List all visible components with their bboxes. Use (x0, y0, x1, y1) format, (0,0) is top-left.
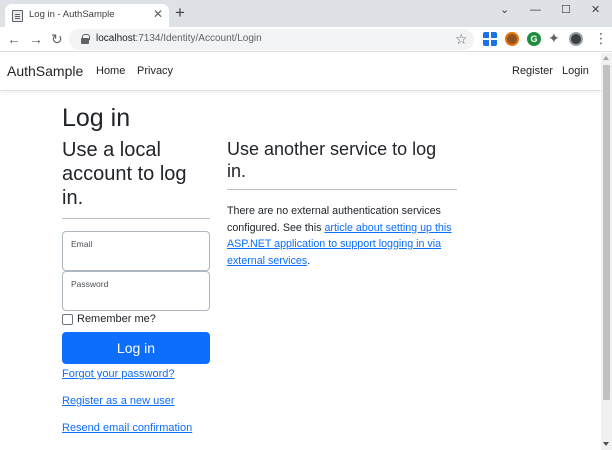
page-scrollbar[interactable] (601, 53, 612, 450)
browser-toolbar: ← → ↻ localhost:7134/Identity/Account/Lo… (0, 27, 612, 52)
maximize-button[interactable]: ☐ (561, 3, 571, 17)
browser-tab[interactable]: Log in - AuthSample ✕ (5, 4, 169, 27)
resend-confirmation-link[interactable]: Resend email confirmation (62, 422, 192, 434)
address-bar[interactable]: localhost:7134/Identity/Account/Login ☆ (69, 29, 474, 50)
extension-grid-icon[interactable] (483, 32, 497, 46)
local-account-heading: Use a local account to log in. (62, 139, 187, 209)
login-button[interactable]: Log in (62, 332, 210, 364)
remember-me-checkbox[interactable] (62, 313, 73, 325)
scroll-up-arrow-icon[interactable] (603, 56, 609, 60)
register-link[interactable]: Register as a new user (62, 395, 175, 407)
page-viewport: AuthSample Home Privacy Register Login L… (0, 53, 601, 450)
site-navbar: AuthSample Home Privacy Register Login (0, 53, 601, 91)
bookmark-star-icon[interactable]: ☆ (455, 30, 468, 48)
new-tab-button[interactable]: + (175, 4, 185, 21)
password-field[interactable]: Password (62, 271, 210, 311)
tab-title: Log in - AuthSample (29, 9, 115, 20)
password-input[interactable] (71, 292, 201, 306)
email-field[interactable]: Email (62, 231, 210, 271)
extension-cookie-icon[interactable] (505, 32, 519, 46)
remember-me-row[interactable]: Remember me? (62, 313, 156, 325)
nav-register-link[interactable]: Register (512, 65, 553, 77)
browser-tabstrip: Log in - AuthSample ✕ + ⌄ — ☐ ✕ (0, 0, 612, 27)
remember-me-label[interactable]: Remember me? (77, 313, 156, 325)
reload-icon[interactable]: ↻ (51, 31, 63, 47)
page-title: Log in (62, 104, 131, 132)
extension-grammarly-icon[interactable]: G (527, 32, 541, 46)
profile-avatar[interactable] (569, 32, 583, 46)
scrollbar-thumb[interactable] (603, 65, 610, 400)
external-divider (227, 189, 457, 190)
nav-privacy-link[interactable]: Privacy (137, 65, 173, 77)
forward-icon[interactable]: → (29, 31, 43, 47)
extensions-puzzle-icon[interactable]: ✦ (548, 30, 560, 46)
local-divider (62, 218, 210, 219)
external-login-heading: Use another service to log in. (227, 139, 437, 181)
back-icon[interactable]: ← (7, 31, 21, 47)
nav-home-link[interactable]: Home (96, 65, 125, 77)
window-close-button[interactable]: ✕ (591, 3, 600, 17)
nav-login-link[interactable]: Login (562, 65, 589, 77)
email-input[interactable] (71, 252, 201, 266)
email-label: Email (71, 239, 93, 249)
site-brand[interactable]: AuthSample (7, 63, 83, 79)
tab-search-icon[interactable]: ⌄ (500, 3, 509, 17)
lock-icon[interactable] (81, 34, 90, 44)
password-label: Password (71, 279, 109, 289)
minimize-button[interactable]: — (530, 3, 541, 17)
browser-menu-icon[interactable]: ⋮ (594, 30, 608, 46)
tab-close-icon[interactable]: ✕ (153, 7, 163, 21)
external-services-text: There are no external authentication ser… (227, 205, 452, 267)
forgot-password-link[interactable]: Forgot your password? (62, 368, 175, 380)
url-text[interactable]: localhost:7134/Identity/Account/Login (96, 33, 262, 44)
scroll-down-arrow-icon[interactable] (603, 442, 609, 446)
page-favicon-icon (12, 10, 23, 22)
